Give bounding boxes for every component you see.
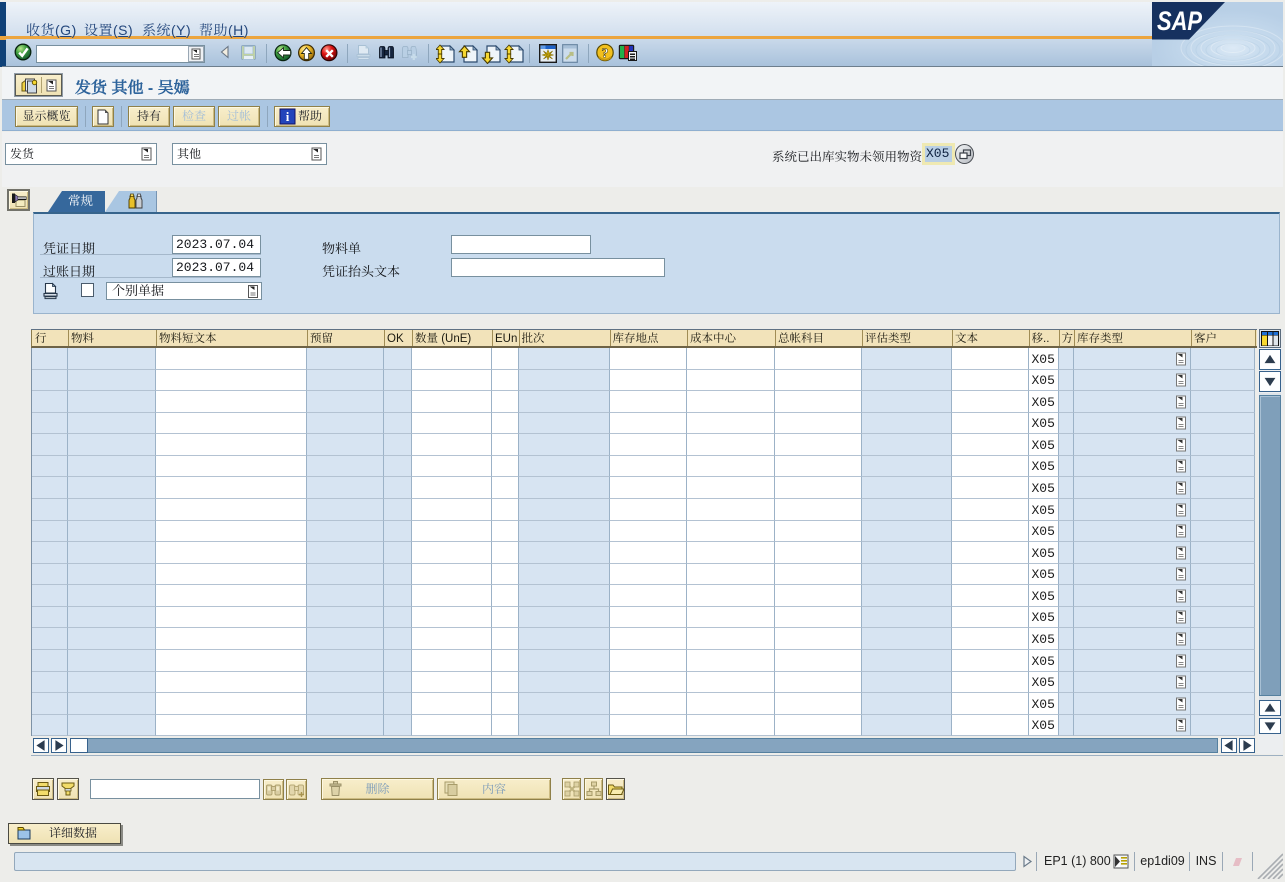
svg-text:?: ?	[602, 47, 609, 62]
svg-text:i: i	[286, 109, 290, 124]
svg-text:SAP: SAP	[1157, 6, 1203, 36]
